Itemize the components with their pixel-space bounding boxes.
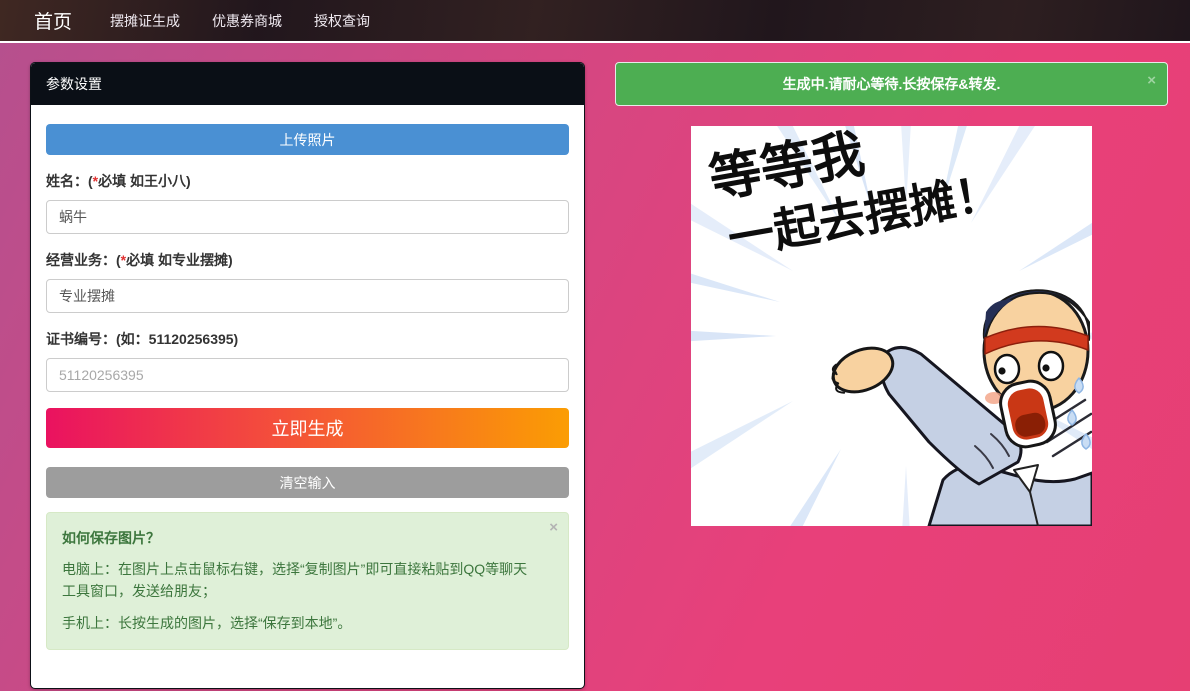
status-text: 生成中.请耐心等待.长按保存&转发. — [783, 76, 1001, 92]
panel-body: 上传照片 姓名：(*必填 如王小八) 经营业务：(*必填 如专业摆摊) 证书编号… — [31, 105, 584, 688]
name-field-group: 姓名：(*必填 如王小八) — [46, 171, 569, 234]
name-input[interactable] — [46, 200, 569, 234]
main-content: 参数设置 上传照片 姓名：(*必填 如王小八) 经营业务：(*必填 如专业摆摊)… — [0, 43, 1190, 689]
help-line-pc: 电脑上：在图片上点击鼠标右键，选择“复制图片”即可直接粘贴到QQ等聊天工具窗口，… — [62, 558, 540, 603]
upload-photo-button[interactable]: 上传照片 — [46, 124, 569, 155]
help-title: 如何保存图片？ — [62, 528, 540, 548]
name-label: 姓名：(*必填 如王小八) — [46, 171, 569, 191]
save-help-alert: × 如何保存图片？ 电脑上：在图片上点击鼠标右键，选择“复制图片”即可直接粘贴到… — [46, 512, 569, 650]
generated-image[interactable]: 等等我 一起去摆摊！ — [691, 126, 1092, 526]
business-field-group: 经营业务：(*必填 如专业摆摊) — [46, 250, 569, 313]
certificate-number-field-group: 证书编号：(如：51120256395) — [46, 329, 569, 392]
nav-coupon-mall[interactable]: 优惠券商城 — [202, 11, 292, 31]
certificate-number-label: 证书编号：(如：51120256395) — [46, 329, 569, 349]
help-line-mobile: 手机上：长按生成的图片，选择“保存到本地”。 — [62, 612, 540, 634]
parameters-panel: 参数设置 上传照片 姓名：(*必填 如王小八) 经营业务：(*必填 如专业摆摊)… — [30, 62, 585, 689]
generating-status-alert: 生成中.请耐心等待.长按保存&转发. × — [615, 62, 1168, 106]
business-input[interactable] — [46, 279, 569, 313]
clear-input-button[interactable]: 清空输入 — [46, 467, 569, 498]
close-icon[interactable]: × — [1147, 73, 1156, 88]
business-label: 经营业务：(*必填 如专业摆摊) — [46, 250, 569, 270]
close-icon[interactable]: × — [549, 520, 558, 535]
meme-image: 等等我 一起去摆摊！ — [691, 126, 1092, 526]
certificate-number-input[interactable] — [46, 358, 569, 392]
nav-auth-query[interactable]: 授权查询 — [304, 11, 380, 31]
result-column: 生成中.请耐心等待.长按保存&转发. × — [615, 62, 1168, 526]
generate-button[interactable]: 立即生成 — [46, 408, 569, 448]
panel-title: 参数设置 — [31, 63, 584, 105]
nav-home[interactable]: 首页 — [34, 7, 72, 34]
top-navbar: 首页 摆摊证生成 优惠券商城 授权查询 — [0, 0, 1190, 43]
nav-certificate-generator[interactable]: 摆摊证生成 — [100, 11, 190, 31]
